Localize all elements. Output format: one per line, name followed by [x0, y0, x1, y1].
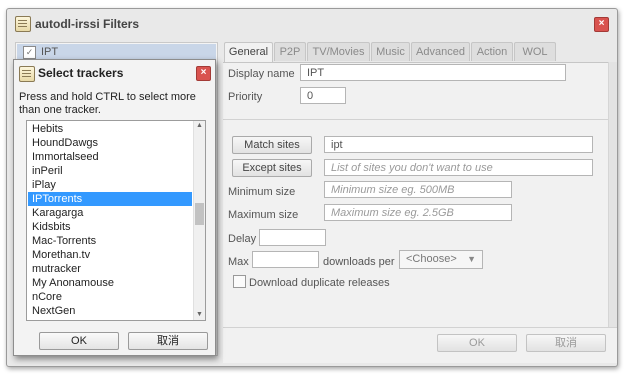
tracker-list-scrollbar[interactable]: ▲ ▼: [193, 121, 205, 320]
minimum-size-field[interactable]: Minimum size eg. 500MB: [324, 181, 512, 198]
tab-wol[interactable]: WOL: [514, 42, 556, 61]
except-sites-field[interactable]: List of sites you don't want to use: [324, 159, 593, 176]
delay-label: Delay: [228, 233, 257, 245]
tab-music[interactable]: Music: [371, 42, 410, 61]
divider: [223, 119, 617, 120]
close-icon[interactable]: ×: [196, 66, 211, 81]
dialog-icon: [19, 66, 35, 82]
dialog-title: Select trackers: [38, 66, 124, 80]
tab-general[interactable]: General: [224, 42, 273, 63]
divider: [223, 327, 617, 328]
display-name-label: Display name: [228, 68, 295, 80]
match-sites-field[interactable]: ipt: [324, 136, 593, 153]
window-title: autodl-irssi Filters: [35, 17, 140, 31]
delay-field[interactable]: [259, 229, 326, 246]
list-item[interactable]: nCore: [28, 290, 192, 304]
downloads-per-value: <Choose>: [406, 253, 457, 265]
select-trackers-dialog: Select trackers × Press and hold CTRL to…: [13, 59, 216, 356]
title-bar: autodl-irssi Filters ×: [7, 9, 617, 37]
list-item-selected[interactable]: IPTorrents: [28, 192, 192, 206]
tracker-list[interactable]: Hebits HoundDawgs Immortalseed inPeril i…: [26, 120, 206, 321]
list-item[interactable]: My Anonamouse: [28, 276, 192, 290]
cancel-button[interactable]: 取消: [526, 334, 606, 352]
list-item[interactable]: iPlay: [28, 178, 192, 192]
tab-action[interactable]: Action: [471, 42, 513, 61]
list-item[interactable]: HoundDawgs: [28, 136, 192, 150]
list-item[interactable]: Immortalseed: [28, 150, 192, 164]
download-duplicates-checkbox[interactable]: [233, 275, 246, 288]
download-duplicates-label: Download duplicate releases: [249, 277, 390, 289]
list-item[interactable]: Karagarga: [28, 206, 192, 220]
downloads-per-select[interactable]: <Choose> ▼: [399, 250, 483, 269]
dialog-ok-button[interactable]: OK: [39, 332, 119, 350]
list-item[interactable]: Kidsbits: [28, 220, 192, 234]
ok-button[interactable]: OK: [437, 334, 517, 352]
except-sites-button[interactable]: Except sites: [232, 159, 312, 177]
panel-scrollbar[interactable]: [608, 62, 617, 327]
scroll-thumb[interactable]: [195, 203, 204, 225]
close-icon[interactable]: ×: [594, 17, 609, 32]
max-downloads-field[interactable]: [252, 251, 319, 268]
max-label: Max: [228, 256, 249, 268]
tab-p2p[interactable]: P2P: [274, 42, 306, 61]
tab-tv-movies[interactable]: TV/Movies: [307, 42, 370, 61]
scroll-down-icon[interactable]: ▼: [194, 310, 205, 320]
list-item[interactable]: Morethan.tv: [28, 248, 192, 262]
dialog-cancel-button[interactable]: 取消: [128, 332, 208, 350]
downloads-per-label: downloads per: [323, 256, 395, 268]
maximum-size-field[interactable]: Maximum size eg. 2.5GB: [324, 204, 512, 221]
minimum-size-label: Minimum size: [228, 186, 296, 198]
priority-field[interactable]: 0: [300, 87, 346, 104]
list-item[interactable]: inPeril: [28, 164, 192, 178]
dialog-message: Press and hold CTRL to select more than …: [19, 91, 196, 116]
app-icon: [15, 16, 31, 32]
display-name-field[interactable]: IPT: [300, 64, 566, 81]
filter-item-label: IPT: [41, 46, 59, 58]
priority-label: Priority: [228, 91, 263, 103]
maximum-size-label: Maximum size: [228, 209, 299, 221]
list-item[interactable]: mutracker: [28, 262, 192, 276]
list-item[interactable]: NextGen: [28, 304, 192, 318]
scroll-up-icon[interactable]: ▲: [194, 121, 205, 131]
list-item[interactable]: Hebits: [28, 122, 192, 136]
match-sites-button[interactable]: Match sites: [232, 136, 312, 154]
chevron-down-icon: ▼: [467, 254, 476, 264]
tab-advanced[interactable]: Advanced: [411, 42, 470, 61]
filter-enabled-checkbox[interactable]: ✓: [23, 46, 36, 59]
list-item[interactable]: Mac-Torrents: [28, 234, 192, 248]
